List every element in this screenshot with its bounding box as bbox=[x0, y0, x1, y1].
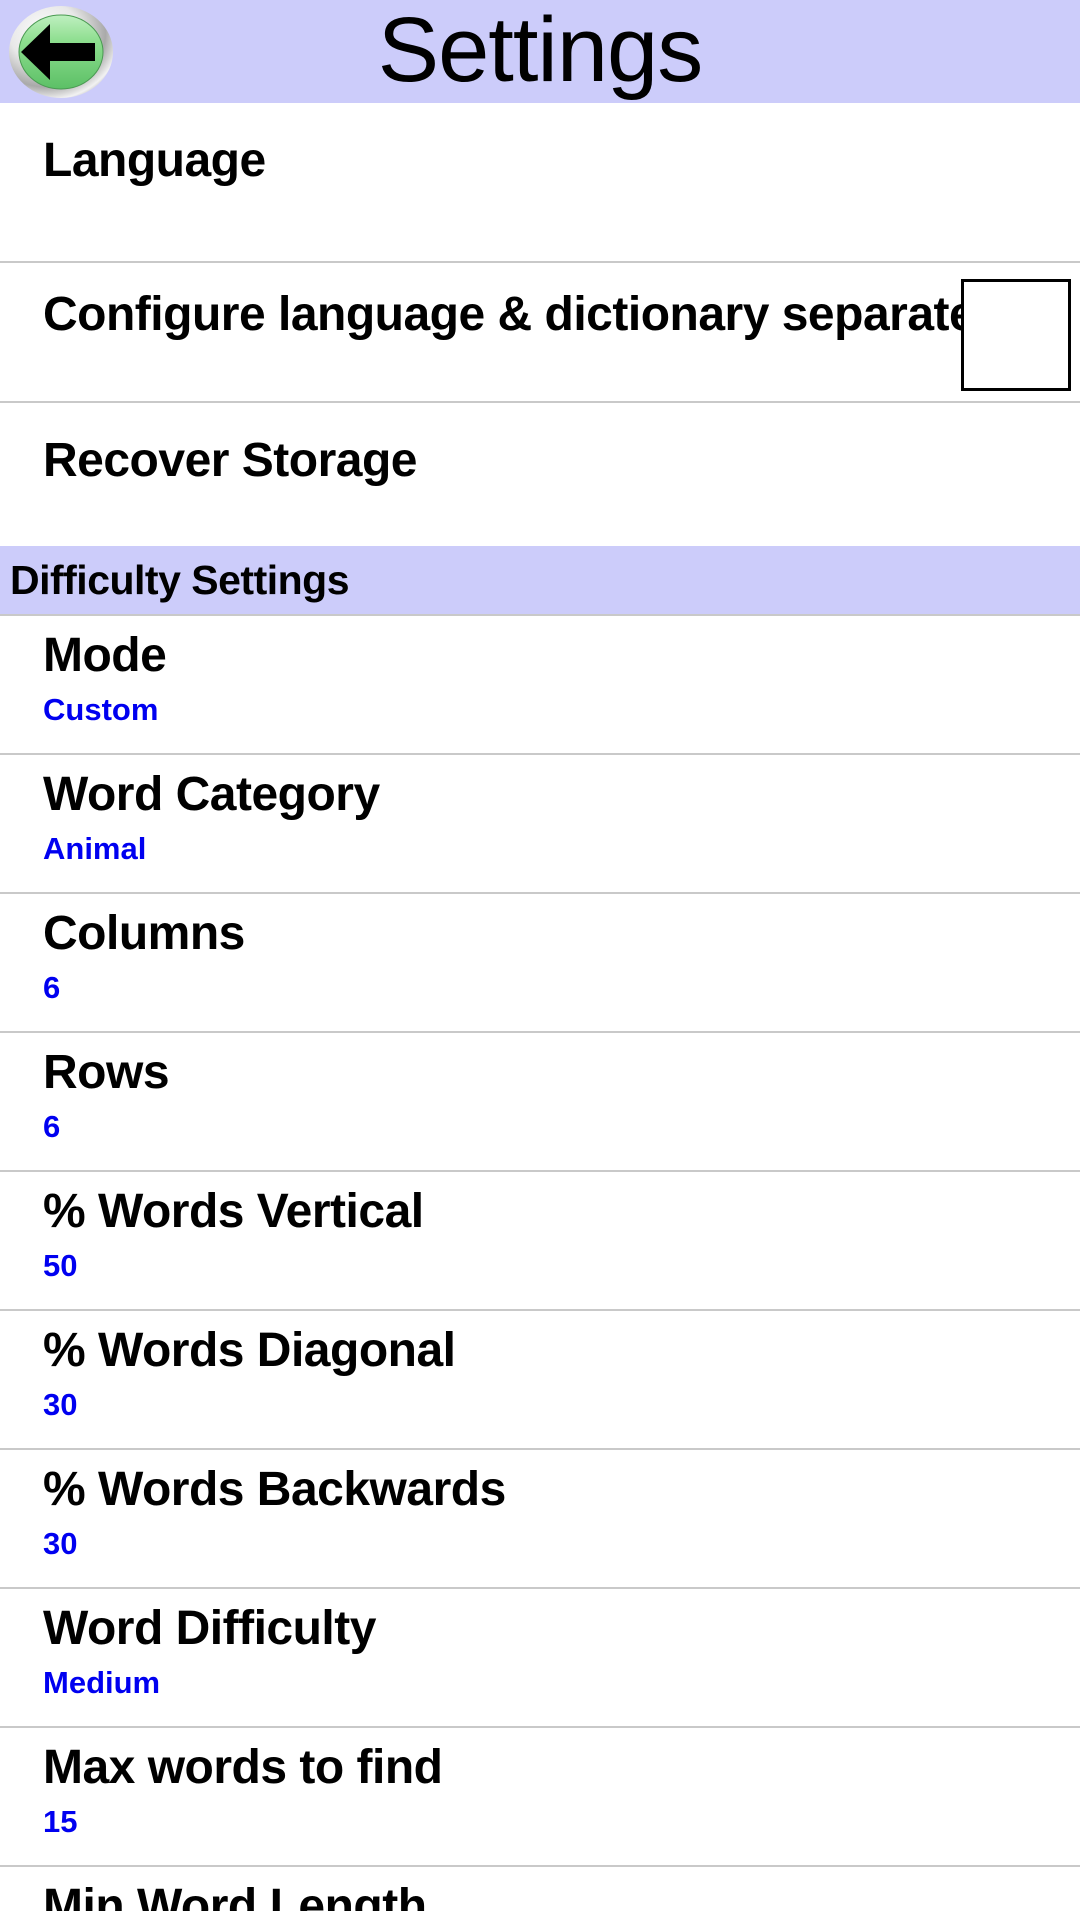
list-item-label: Recover Storage bbox=[43, 434, 418, 487]
list-item-label: Word Difficulty bbox=[43, 1602, 376, 1655]
list-item-value: 30 bbox=[43, 1525, 78, 1561]
list-item-configure-language[interactable]: Configure language & dictionary separate… bbox=[0, 263, 1080, 403]
list-item-language[interactable]: Language bbox=[0, 103, 1080, 263]
list-item-recover-storage[interactable]: Recover Storage bbox=[0, 403, 1080, 546]
list-item-word-category[interactable]: Word Category Animal bbox=[0, 755, 1080, 894]
list-item-label: Min Word Length bbox=[43, 1880, 427, 1911]
list-item-label: Word Category bbox=[43, 768, 380, 821]
list-item-label: Columns bbox=[43, 907, 245, 960]
list-item-label: % Words Diagonal bbox=[43, 1324, 456, 1377]
list-item-value: Animal bbox=[43, 830, 147, 866]
difficulty-settings-list: Mode Custom Word Category Animal Columns… bbox=[0, 616, 1080, 1911]
list-item-value: 50 bbox=[43, 1247, 78, 1283]
configure-language-checkbox[interactable] bbox=[961, 279, 1071, 391]
list-item-label: Rows bbox=[43, 1046, 170, 1099]
list-item-word-difficulty[interactable]: Word Difficulty Medium bbox=[0, 1589, 1080, 1728]
list-item-min-word-length[interactable]: Min Word Length bbox=[0, 1867, 1080, 1911]
list-item-value: Custom bbox=[43, 691, 159, 727]
list-item-label: Max words to find bbox=[43, 1741, 443, 1794]
list-item-rows[interactable]: Rows 6 bbox=[0, 1033, 1080, 1172]
section-header-label: Difficulty Settings bbox=[10, 556, 350, 603]
list-item-label: Configure language & dictionary separate… bbox=[43, 288, 1015, 341]
list-item-percent-words-diagonal[interactable]: % Words Diagonal 30 bbox=[0, 1311, 1080, 1450]
list-item-label: Mode bbox=[43, 629, 167, 682]
list-item-value: 6 bbox=[43, 1108, 61, 1144]
page-title: Settings bbox=[377, 0, 703, 101]
list-item-value: 6 bbox=[43, 969, 61, 1005]
list-item-label: % Words Vertical bbox=[43, 1185, 424, 1238]
list-item-value: 15 bbox=[43, 1803, 78, 1839]
list-item-label: % Words Backwards bbox=[43, 1463, 506, 1516]
section-header-difficulty: Difficulty Settings bbox=[0, 546, 1080, 616]
title-bar: Settings bbox=[0, 0, 1080, 103]
general-settings-list: Language Configure language & dictionary… bbox=[0, 103, 1080, 546]
list-item-columns[interactable]: Columns 6 bbox=[0, 894, 1080, 1033]
list-item-max-words-to-find[interactable]: Max words to find 15 bbox=[0, 1728, 1080, 1867]
list-item-percent-words-backwards[interactable]: % Words Backwards 30 bbox=[0, 1450, 1080, 1589]
list-item-mode[interactable]: Mode Custom bbox=[0, 616, 1080, 755]
list-item-percent-words-vertical[interactable]: % Words Vertical 50 bbox=[0, 1172, 1080, 1311]
list-item-value: Medium bbox=[43, 1664, 161, 1700]
list-item-label: Language bbox=[43, 134, 266, 187]
list-item-value: 30 bbox=[43, 1386, 78, 1422]
